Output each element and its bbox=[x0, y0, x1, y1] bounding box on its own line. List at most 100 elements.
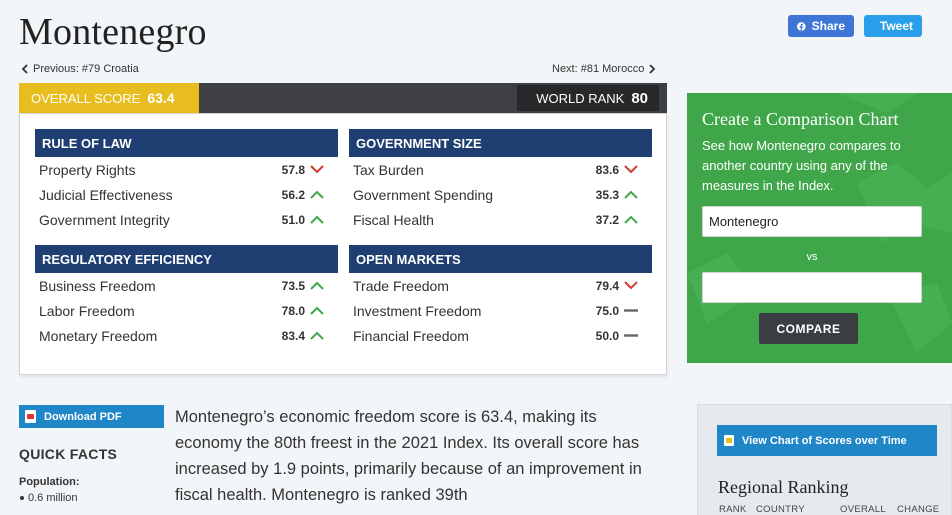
world-rank-value: 80 bbox=[631, 89, 648, 107]
pdf-icon bbox=[25, 410, 36, 423]
indicator-row[interactable]: Tax Burden 83.6 bbox=[349, 157, 652, 182]
twitter-tweet-button[interactable]: Tweet bbox=[864, 15, 922, 37]
col-rank-header[interactable]: RANK bbox=[719, 504, 747, 515]
trend-up-icon bbox=[309, 215, 325, 225]
download-pdf-button[interactable]: Download PDF bbox=[19, 405, 164, 428]
share-label: Share bbox=[811, 19, 845, 33]
trend-up-icon bbox=[309, 331, 325, 341]
indicator-label: Judicial Effectiveness bbox=[39, 186, 173, 203]
indicator-label: Government Spending bbox=[353, 186, 494, 203]
trend-down-icon bbox=[623, 281, 639, 291]
regional-ranking-heading: Regional Ranking bbox=[718, 477, 849, 497]
indicator-value: 56.2 bbox=[281, 187, 305, 202]
trend-flat-icon bbox=[623, 331, 639, 341]
indicator-value: 78.0 bbox=[281, 303, 305, 318]
indicator-label: Fiscal Health bbox=[353, 211, 434, 228]
chevron-right-icon bbox=[649, 64, 656, 74]
indicator-label: Property Rights bbox=[39, 161, 136, 178]
trend-down-icon bbox=[309, 165, 325, 175]
comparison-chart-widget: Create a Comparison Chart See how Monten… bbox=[687, 93, 952, 363]
indicator-row[interactable]: Government Spending 35.3 bbox=[349, 182, 652, 207]
indicator-row[interactable]: Financial Freedom 50.0 bbox=[349, 323, 652, 348]
compare-description: See how Montenegro compares to another c… bbox=[702, 138, 901, 193]
indicator-value: 51.0 bbox=[281, 212, 305, 227]
right-side-panel: View Chart of Scores over Time Regional … bbox=[697, 404, 952, 515]
previous-country-label: Previous: #79 Croatia bbox=[33, 63, 139, 75]
compare-button[interactable]: COMPARE bbox=[759, 313, 858, 344]
facebook-icon bbox=[797, 21, 806, 31]
trend-up-icon bbox=[623, 215, 639, 225]
category-header: GOVERNMENT SIZE bbox=[349, 129, 652, 157]
chart-icon bbox=[724, 435, 734, 446]
indicator-row[interactable]: Judicial Effectiveness 56.2 bbox=[35, 182, 338, 207]
indicator-label: Tax Burden bbox=[353, 161, 424, 178]
trend-up-icon bbox=[309, 281, 325, 291]
freedom-scores-panel: RULE OF LAW Property Rights 57.8 Judicial… bbox=[19, 113, 667, 375]
compare-title: Create a Comparison Chart bbox=[702, 109, 899, 129]
indicator-row[interactable]: Labor Freedom 78.0 bbox=[35, 298, 338, 323]
indicator-row[interactable]: Property Rights 57.8 bbox=[35, 157, 338, 182]
page-title: Montenegro bbox=[19, 11, 207, 53]
world-rank-label: WORLD RANK bbox=[536, 90, 625, 106]
trend-up-icon bbox=[309, 306, 325, 316]
quick-facts-heading: QUICK FACTS bbox=[19, 446, 118, 462]
next-country-link[interactable]: Next: #81 Morocco bbox=[552, 63, 656, 75]
category-header: OPEN MARKETS bbox=[349, 245, 652, 273]
indicator-label: Investment Freedom bbox=[353, 302, 482, 319]
col-country-header[interactable]: COUNTRY bbox=[756, 504, 805, 515]
world-rank-badge: WORLD RANK 80 bbox=[517, 85, 659, 111]
category-regulatory-efficiency: REGULATORY EFFICIENCY Business Freedom 73… bbox=[35, 245, 338, 348]
trend-down-icon bbox=[623, 165, 639, 175]
view-chart-label: View Chart of Scores over Time bbox=[742, 434, 907, 447]
country-summary-text: Montenegro’s economic freedom score is 6… bbox=[175, 408, 642, 504]
country-b-input[interactable] bbox=[702, 272, 922, 303]
indicator-label: Labor Freedom bbox=[39, 302, 135, 319]
indicator-label: Trade Freedom bbox=[353, 277, 449, 294]
population-label: Population: bbox=[19, 476, 80, 488]
trend-flat-icon bbox=[623, 306, 639, 316]
download-pdf-label: Download PDF bbox=[44, 410, 122, 423]
country-a-input[interactable] bbox=[702, 206, 922, 237]
indicator-label: Monetary Freedom bbox=[39, 327, 158, 344]
population-value-item: 0.6 million bbox=[20, 492, 78, 504]
indicator-value: 83.6 bbox=[595, 162, 619, 177]
indicator-row[interactable]: Fiscal Health 37.2 bbox=[349, 207, 652, 232]
indicator-value: 75.0 bbox=[595, 303, 619, 318]
indicator-value: 57.8 bbox=[281, 162, 305, 177]
next-country-label: Next: #81 Morocco bbox=[552, 63, 645, 75]
indicator-row[interactable]: Business Freedom 73.5 bbox=[35, 273, 338, 298]
category-rule-of-law: RULE OF LAW Property Rights 57.8 Judicial… bbox=[35, 129, 338, 232]
indicator-row[interactable]: Government Integrity 51.0 bbox=[35, 207, 338, 232]
category-government-size: GOVERNMENT SIZE Tax Burden 83.6 Governmen… bbox=[349, 129, 652, 232]
population-value: 0.6 million bbox=[28, 492, 78, 504]
vs-label: vs bbox=[806, 251, 818, 263]
indicator-value: 50.0 bbox=[595, 328, 619, 343]
previous-country-link[interactable]: Previous: #79 Croatia bbox=[21, 63, 139, 75]
indicator-row[interactable]: Monetary Freedom 83.4 bbox=[35, 323, 338, 348]
col-overall-header[interactable]: OVERALL bbox=[840, 504, 886, 515]
facebook-share-button[interactable]: Share bbox=[788, 15, 854, 37]
score-bar: OVERALL SCORE 63.4 WORLD RANK 80 bbox=[19, 83, 667, 113]
view-chart-button[interactable]: View Chart of Scores over Time bbox=[717, 425, 937, 456]
col-change-header[interactable]: CHANGE bbox=[897, 504, 939, 515]
overall-score-badge: OVERALL SCORE 63.4 bbox=[19, 83, 199, 113]
tweet-label: Tweet bbox=[879, 19, 913, 33]
indicator-value: 73.5 bbox=[281, 278, 305, 293]
indicator-row[interactable]: Trade Freedom 79.4 bbox=[349, 273, 652, 298]
bullet-icon bbox=[20, 496, 24, 500]
indicator-label: Government Integrity bbox=[39, 211, 170, 228]
category-open-markets: OPEN MARKETS Trade Freedom 79.4 Investmen… bbox=[349, 245, 652, 348]
category-header: RULE OF LAW bbox=[35, 129, 338, 157]
chevron-left-icon bbox=[21, 64, 28, 74]
twitter-icon bbox=[873, 25, 874, 27]
trend-up-icon bbox=[309, 190, 325, 200]
indicator-row[interactable]: Investment Freedom 75.0 bbox=[349, 298, 652, 323]
indicator-value: 35.3 bbox=[595, 187, 619, 202]
overall-score-label: OVERALL SCORE bbox=[31, 90, 141, 106]
trend-up-icon bbox=[623, 190, 639, 200]
indicator-value: 83.4 bbox=[281, 328, 305, 343]
indicator-label: Financial Freedom bbox=[353, 327, 469, 344]
indicator-label: Business Freedom bbox=[39, 277, 156, 294]
indicator-value: 37.2 bbox=[595, 212, 619, 227]
overall-score-value: 63.4 bbox=[147, 90, 175, 106]
